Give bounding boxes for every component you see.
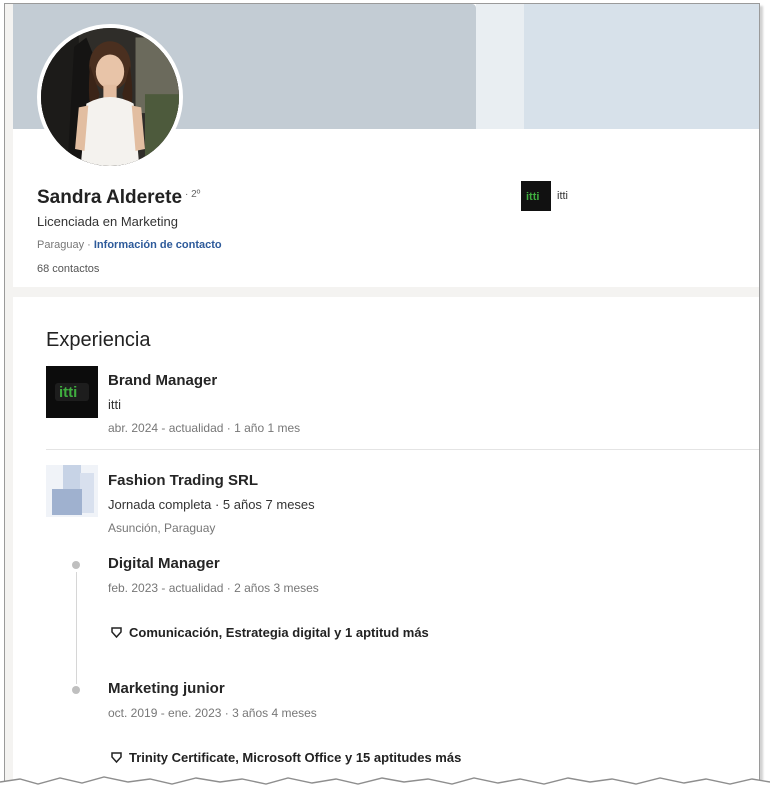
employment-type: Jornada completa · 5 años 7 meses (108, 497, 315, 512)
role-title[interactable]: Digital Manager (108, 555, 319, 572)
role-item[interactable]: Digital Manager feb. 2023 - actualidad ·… (108, 555, 319, 595)
profile-name: Sandra Alderete (37, 187, 183, 208)
profile-headline: Licenciada en Marketing (37, 214, 178, 229)
connection-degree: · 2º (185, 189, 201, 200)
location-separator: · (84, 239, 94, 251)
current-company-label: itti (557, 190, 568, 202)
svg-text:itti: itti (59, 384, 77, 401)
current-company-chip[interactable]: itti itti (521, 181, 568, 211)
skills-text: Comunicación, Estrategia digital y 1 apt… (129, 625, 429, 640)
location-row: Paraguay · Información de contacto (37, 239, 222, 251)
cover-banner-gap (476, 4, 524, 129)
itti-logo-icon[interactable]: itti (46, 366, 98, 418)
experience-item[interactable]: Fashion Trading SRL Jornada completa · 5… (108, 472, 315, 535)
role-dates: feb. 2023 - actualidad · 2 años 3 meses (108, 581, 319, 595)
job-location: Asunción, Paraguay (108, 521, 216, 535)
itti-logo-icon: itti (521, 181, 551, 211)
skills-text: Trinity Certificate, Microsoft Office y … (129, 750, 462, 765)
cover-banner-right (524, 4, 759, 129)
connections-count[interactable]: 68 contactos (37, 263, 99, 275)
fashion-trading-logo-icon[interactable] (46, 465, 98, 517)
skill-diamond-icon (111, 752, 122, 764)
skill-diamond-icon (111, 627, 122, 639)
company-name[interactable]: Fashion Trading SRL (108, 472, 315, 489)
timeline-line (76, 572, 77, 684)
role-dates: oct. 2019 - ene. 2023 · 3 años 4 meses (108, 706, 317, 720)
avatar-photo (41, 28, 179, 166)
profile-name-row: Sandra Alderete · 2º (37, 187, 200, 209)
role-item[interactable]: Marketing junior oct. 2019 - ene. 2023 ·… (108, 680, 317, 720)
experience-title: Experiencia (46, 329, 151, 351)
experience-section: Experiencia itti Brand Manager itti abr.… (13, 297, 759, 785)
job-dates: abr. 2024 - actualidad · 1 año 1 mes (108, 421, 301, 435)
experience-item[interactable]: Brand Manager itti abr. 2024 - actualida… (108, 372, 300, 435)
divider (46, 449, 759, 450)
job-company: itti (108, 397, 121, 412)
profile-location: Paraguay (37, 239, 85, 251)
profile-card: Sandra Alderete · 2º Licenciada en Marke… (13, 4, 759, 287)
timeline-dot (72, 561, 80, 569)
timeline-dot (72, 686, 80, 694)
skills-row[interactable]: Trinity Certificate, Microsoft Office y … (110, 750, 461, 765)
torn-paper-edge (0, 776, 770, 796)
svg-text:itti: itti (526, 191, 539, 203)
skills-row[interactable]: Comunicación, Estrategia digital y 1 apt… (110, 625, 429, 640)
job-title[interactable]: Brand Manager (108, 372, 300, 389)
contact-info-link[interactable]: Información de contacto (94, 239, 222, 251)
role-title[interactable]: Marketing junior (108, 680, 317, 697)
avatar[interactable] (37, 24, 183, 170)
profile-screenshot-frame: Sandra Alderete · 2º Licenciada en Marke… (4, 3, 760, 785)
